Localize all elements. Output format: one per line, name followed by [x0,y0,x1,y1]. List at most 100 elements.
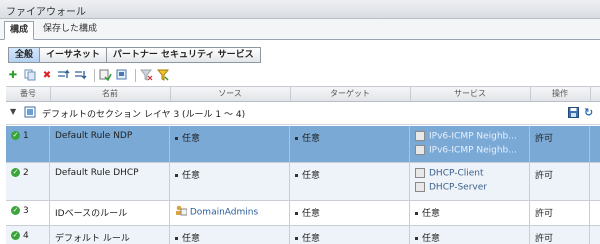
rule-number-text: 3 [23,206,29,216]
table-row[interactable]: ✓ 1 Default Rule NDP 任意 任意 IPv6-ICMP Neig… [6,126,600,163]
service-text: IPv6-ICMP Neighb... [429,145,517,155]
rule-name[interactable]: Default Rule DHCP [50,163,170,200]
bullet-icon [415,237,418,240]
row-extra [590,163,600,200]
row-extra [590,126,600,162]
subtab-general[interactable]: 全般 [8,47,41,63]
rules-grid: 番号 名前 ソース ターゲット サービス 操作 ▼ デフォルトのセクション レイ… [6,86,600,244]
sub-tabs: 全般 イーサネット パートナー セキュリティ サービス [8,47,261,63]
enabled-check-icon[interactable]: ✓ [11,231,20,240]
rule-action[interactable]: 許可 [530,126,590,162]
service-icon [415,181,425,192]
service-text: 任意 [422,234,441,244]
rule-name[interactable]: デフォルト ルール [50,226,170,244]
section-layers-icon [24,106,36,121]
tab-configuration[interactable]: 構成 [4,21,35,40]
enabled-check-icon[interactable]: ✓ [11,131,20,140]
rule-number-text: 4 [23,231,29,241]
apply-icon[interactable] [98,68,112,82]
bullet-icon [295,174,298,177]
grid-header: 番号 名前 ソース ターゲット サービス 操作 [6,86,600,102]
row-extra [590,226,600,244]
rule-action[interactable]: 許可 [530,163,590,200]
service-text: DHCP-Server [429,182,487,192]
move-down-icon[interactable] [74,68,88,82]
subtab-ethernet[interactable]: イーサネット [39,47,107,63]
rule-name[interactable]: Default Rule NDP [50,126,170,162]
header-number[interactable]: 番号 [6,87,51,101]
service-text: DHCP-Client [429,168,484,179]
toolbar-separator [135,68,136,82]
section-title: デフォルトのセクション レイヤ 3 (ルール 1 ～ 4) [42,110,246,120]
rule-target-text: 任意 [302,234,321,244]
rule-source[interactable]: 任意 [170,226,290,244]
window-titlebar: ファイアウォール [0,0,600,19]
rule-services[interactable]: 任意 [410,226,530,244]
copy-icon[interactable] [23,68,37,82]
rule-services[interactable]: IPv6-ICMP Neighb... IPv6-ICMP Neighb... [410,126,530,162]
rule-target[interactable]: 任意 [290,226,410,244]
header-name[interactable]: 名前 [50,87,171,101]
rule-number: ✓ 1 [6,126,50,162]
collapse-triangle-icon[interactable]: ▼ [10,107,16,116]
rule-action[interactable]: 許可 [530,201,590,225]
window-title: ファイアウォール [6,7,86,18]
bullet-icon [295,137,298,140]
main-tabs: 構成 保存した構成 [0,19,600,40]
rule-source-text: 任意 [182,171,201,181]
row-extra [590,201,600,225]
rule-source[interactable]: 任意 [170,163,290,200]
tab-saved-configurations[interactable]: 保存した構成 [38,21,102,38]
rule-source-text[interactable]: DomainAdmins [190,208,258,218]
rule-number: ✓ 4 [6,226,50,244]
rule-number-text: 2 [23,168,29,178]
header-service[interactable]: サービス [410,87,531,101]
rule-target-text: 任意 [302,134,321,144]
rule-services[interactable]: 任意 [410,201,530,225]
rule-number: ✓ 3 [6,201,50,225]
rule-source-text: 任意 [182,134,201,144]
rule-services[interactable]: DHCP-Client DHCP-Server [410,163,530,200]
table-row[interactable]: ✓ 2 Default Rule DHCP 任意 任意 DHCP-Client D… [6,163,600,201]
header-target[interactable]: ターゲット [290,87,411,101]
revert-icon[interactable] [115,68,129,82]
move-up-icon[interactable] [57,68,71,82]
rule-action[interactable]: 許可 [530,226,590,244]
service-icon [415,131,425,141]
enabled-check-icon[interactable]: ✓ [11,168,20,177]
header-extra [590,87,600,101]
refresh-icon[interactable]: ↻ [584,106,593,119]
rule-target-text: 任意 [302,209,321,219]
service-icon [415,144,425,155]
rule-target[interactable]: 任意 [290,163,410,200]
rule-target-text: 任意 [302,171,321,181]
service-text: IPv6-ICMP Neighb... [429,131,517,142]
bullet-icon [175,174,178,177]
save-icon[interactable] [568,107,579,121]
rule-source[interactable]: 任意 [170,126,290,162]
rule-target[interactable]: 任意 [290,126,410,162]
rule-number: ✓ 2 [6,163,50,200]
bullet-icon [175,137,178,140]
rule-target[interactable]: 任意 [290,201,410,225]
bullet-icon [175,237,178,240]
rule-number-text: 1 [23,131,29,141]
delete-icon[interactable]: ✖ [40,68,54,82]
table-row[interactable]: ✓ 4 デフォルト ルール 任意 任意 任意 許可 [6,226,600,244]
service-icon [415,168,425,178]
rule-toolbar: ✚ ✖ [6,67,173,83]
subtab-partner-security-services[interactable]: パートナー セキュリティ サービス [105,47,261,63]
section-row[interactable]: ▼ デフォルトのセクション レイヤ 3 (ルール 1 ～ 4) ↻ [6,102,600,125]
filter-icon[interactable] [156,68,170,82]
bullet-icon [295,237,298,240]
rule-source[interactable]: DomainAdmins [170,201,290,225]
rule-name[interactable]: IDベースのルール [50,201,170,225]
header-source[interactable]: ソース [170,87,291,101]
enabled-check-icon[interactable]: ✓ [11,206,20,215]
service-text: 任意 [422,209,441,219]
bullet-icon [295,212,298,215]
header-action[interactable]: 操作 [530,87,591,101]
add-icon[interactable]: ✚ [6,68,20,82]
table-row[interactable]: ✓ 3 IDベースのルール DomainAdmins 任意 任意 許可 [6,201,600,226]
clear-filter-icon[interactable] [139,68,153,82]
